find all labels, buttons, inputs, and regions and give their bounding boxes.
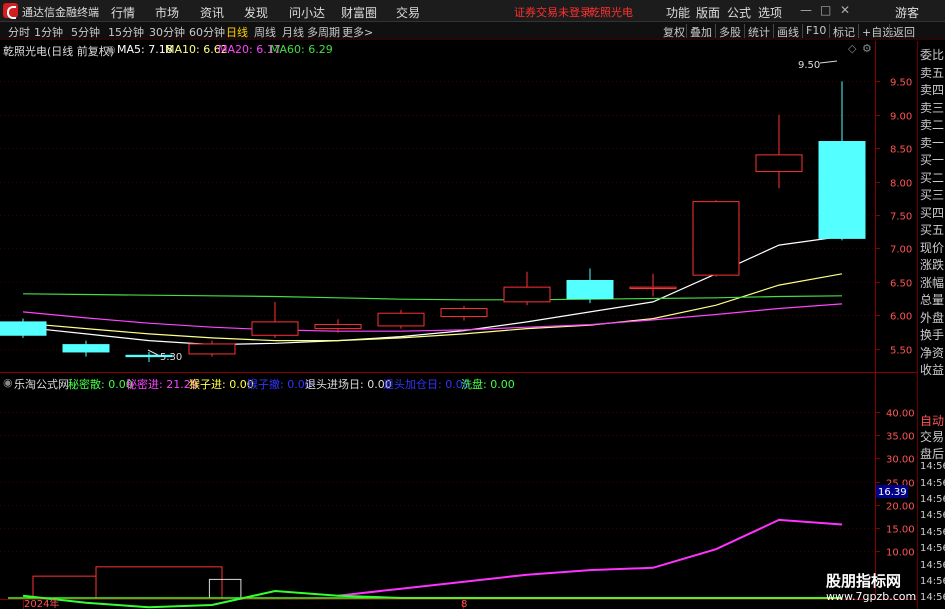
y-tick-label: 30.00: [886, 455, 915, 466]
candle-body: [62, 344, 110, 353]
side-panel-item: 现价: [920, 240, 945, 255]
side-panel-item: 14:56: [920, 526, 945, 538]
ma-line-ma20: [22, 303, 843, 332]
side-panel-item: 14:56: [920, 510, 945, 522]
y-tick-label: 9.00: [890, 112, 912, 123]
side-panel-item: 总量: [920, 293, 945, 307]
side-panel-item: 14:56: [920, 592, 945, 604]
side-panel-item: 收益: [920, 363, 945, 377]
indicator-box: [208, 578, 242, 599]
side-panel-item: 14:56: [920, 477, 945, 489]
indicator-box: [32, 575, 97, 599]
side-panel-item: 盘后: [920, 446, 945, 461]
side-panel-item: 买五: [920, 223, 945, 237]
side-panel-item: 14:56: [920, 461, 945, 473]
side-panel-item: 自动: [920, 414, 945, 428]
y-tick-label: 20.00: [886, 502, 915, 513]
side-panel-item: 买一: [920, 153, 945, 167]
candle-body: [692, 201, 740, 276]
candle-body: [440, 308, 488, 318]
y-tick-label: 9.50: [890, 78, 912, 89]
side-panel-item: 换手: [920, 328, 945, 342]
candle-body: [188, 343, 236, 355]
candle-body: [377, 312, 425, 327]
side-panel-item: 14:56: [920, 559, 945, 571]
candle-body: [251, 321, 299, 336]
y-tick-label: 8.50: [890, 145, 912, 156]
side-panel-item: 14:56: [920, 576, 945, 587]
y-tick-label: 6.00: [890, 312, 912, 323]
side-panel-item: 卖四: [920, 83, 945, 97]
y-tick-label: 15.00: [886, 525, 915, 536]
y-tick-label: 7.00: [890, 245, 912, 256]
side-panel-item: 买二: [920, 170, 945, 185]
side-panel-item: 涨幅: [920, 275, 945, 290]
y-tick-label: 35.00: [886, 432, 915, 443]
y-tick-label: 7.50: [890, 212, 912, 223]
side-panel-item: 交易: [920, 430, 945, 445]
side-panel-item: 外盘: [920, 310, 945, 325]
candle-body: [314, 324, 362, 330]
side-panel-item: 14:56: [920, 494, 945, 505]
side-panel-item: 卖五: [920, 65, 945, 80]
high-price-label: 9.50: [798, 60, 820, 71]
current-value-text: 16.39: [878, 487, 907, 498]
side-panel-item: 14:56: [920, 543, 945, 555]
high-annotation-line: [819, 60, 838, 64]
y-tick-label: 40.00: [886, 409, 915, 420]
side-panel-item: 买四: [920, 205, 945, 220]
side-panel-item: 卖三: [920, 100, 945, 115]
candle-body: [0, 321, 47, 336]
side-panel-item: 买三: [920, 188, 945, 202]
candle-body: [818, 141, 866, 239]
watermark-title: 股朋指标网: [826, 572, 902, 590]
candle-body: [503, 286, 551, 303]
side-panel-item: 涨跌: [920, 258, 945, 272]
candle-body: [629, 286, 677, 289]
watermark-url: www.7gpzb.com: [826, 590, 917, 603]
y-tick-label: 10.00: [886, 548, 915, 559]
low-price-label: 5.30: [160, 352, 182, 363]
x-axis-year-label: 2024年: [24, 597, 59, 609]
indicator-line: [337, 518, 843, 597]
y-tick-label: 5.50: [890, 346, 912, 357]
candle-body: [566, 279, 614, 300]
y-tick-label: 8.00: [890, 179, 912, 190]
chart-canvas[interactable]: 5.50 6.00 6.50 7.00 7.50 8.00 8.50 9.00 9.50 10.…: [0, 0, 917, 609]
side-panel-item: 卖一: [920, 135, 945, 150]
candle-body: [755, 154, 803, 173]
indicator-box: [95, 566, 223, 599]
side-panel-item: 净资: [920, 345, 945, 360]
side-panel-item: 委比: [920, 48, 945, 62]
x-axis-month-label: 8: [461, 599, 467, 609]
y-tick-label: 6.50: [890, 279, 912, 290]
side-panel-item: 卖二: [920, 118, 945, 132]
ma-line-ma60: [22, 293, 843, 301]
